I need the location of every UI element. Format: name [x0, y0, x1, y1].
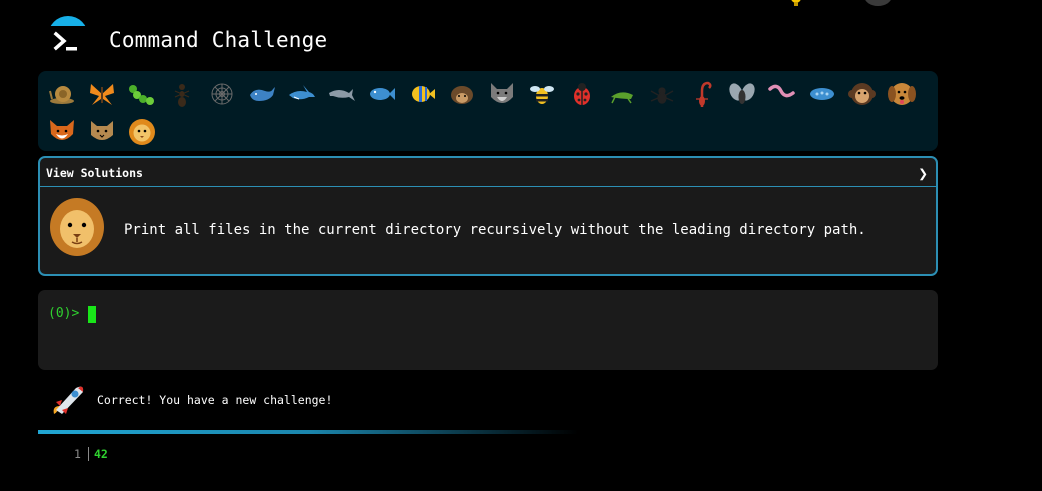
scorpion-icon[interactable] [682, 75, 722, 113]
page-title: Command Challenge [109, 28, 328, 52]
view-solutions-button[interactable]: View Solutions [46, 166, 143, 180]
lion-icon [48, 196, 106, 258]
spider-web-icon[interactable] [202, 75, 242, 113]
worm-icon[interactable] [762, 75, 802, 113]
chevron-right-icon[interactable]: ❯ [918, 164, 928, 183]
lion-icon[interactable] [122, 113, 162, 151]
avatar-icon[interactable] [863, 0, 893, 6]
animal-row-1 [42, 75, 934, 113]
rocket-icon [46, 380, 88, 420]
command-output: 1 42 [74, 447, 108, 461]
page: Command Challenge View Solutions ❯ Print… [0, 0, 1042, 491]
monkey-icon[interactable] [842, 75, 882, 113]
caterpillar-icon[interactable] [122, 75, 162, 113]
animal-strip [38, 71, 938, 151]
animal-row-2 [42, 113, 934, 151]
spider-icon[interactable] [642, 75, 682, 113]
fox-icon[interactable] [42, 113, 82, 151]
status-message-text: Correct! You have a new challenge! [97, 393, 333, 407]
bulb-icon [789, 0, 801, 6]
wolf-icon[interactable] [482, 75, 522, 113]
challenge-panel: View Solutions ❯ Print all files in the … [38, 156, 938, 276]
dog-icon[interactable] [882, 75, 922, 113]
whale-icon[interactable] [242, 75, 282, 113]
tropical-fish-icon[interactable] [402, 75, 442, 113]
output-line-value: 42 [94, 447, 108, 461]
ant-icon[interactable] [162, 75, 202, 113]
microbe-icon[interactable] [802, 75, 842, 113]
output-line-separator [88, 447, 89, 461]
shark-icon[interactable] [282, 75, 322, 113]
hedgehog-icon[interactable] [442, 75, 482, 113]
cat-icon[interactable] [82, 113, 122, 151]
header: Command Challenge [40, 14, 640, 70]
terminal-cursor [88, 306, 96, 323]
fly-icon[interactable] [722, 75, 762, 113]
output-line-number: 1 [74, 447, 81, 461]
challenge-description: Print all files in the current directory… [124, 222, 866, 238]
ladybug-icon[interactable] [562, 75, 602, 113]
fish-icon[interactable] [362, 75, 402, 113]
bee-icon[interactable] [522, 75, 562, 113]
progress-bar [38, 430, 578, 434]
terminal-input-area[interactable]: (0)> [38, 290, 938, 370]
terminal-prompt-icon[interactable] [46, 16, 90, 60]
status-message: Correct! You have a new challenge! [46, 380, 646, 420]
terminal-prompt: (0)> [48, 306, 80, 321]
butterfly-icon[interactable] [82, 75, 122, 113]
cricket-icon[interactable] [602, 75, 642, 113]
divider [40, 186, 936, 187]
dolphin-icon[interactable] [322, 75, 362, 113]
snail-icon[interactable] [42, 75, 82, 113]
